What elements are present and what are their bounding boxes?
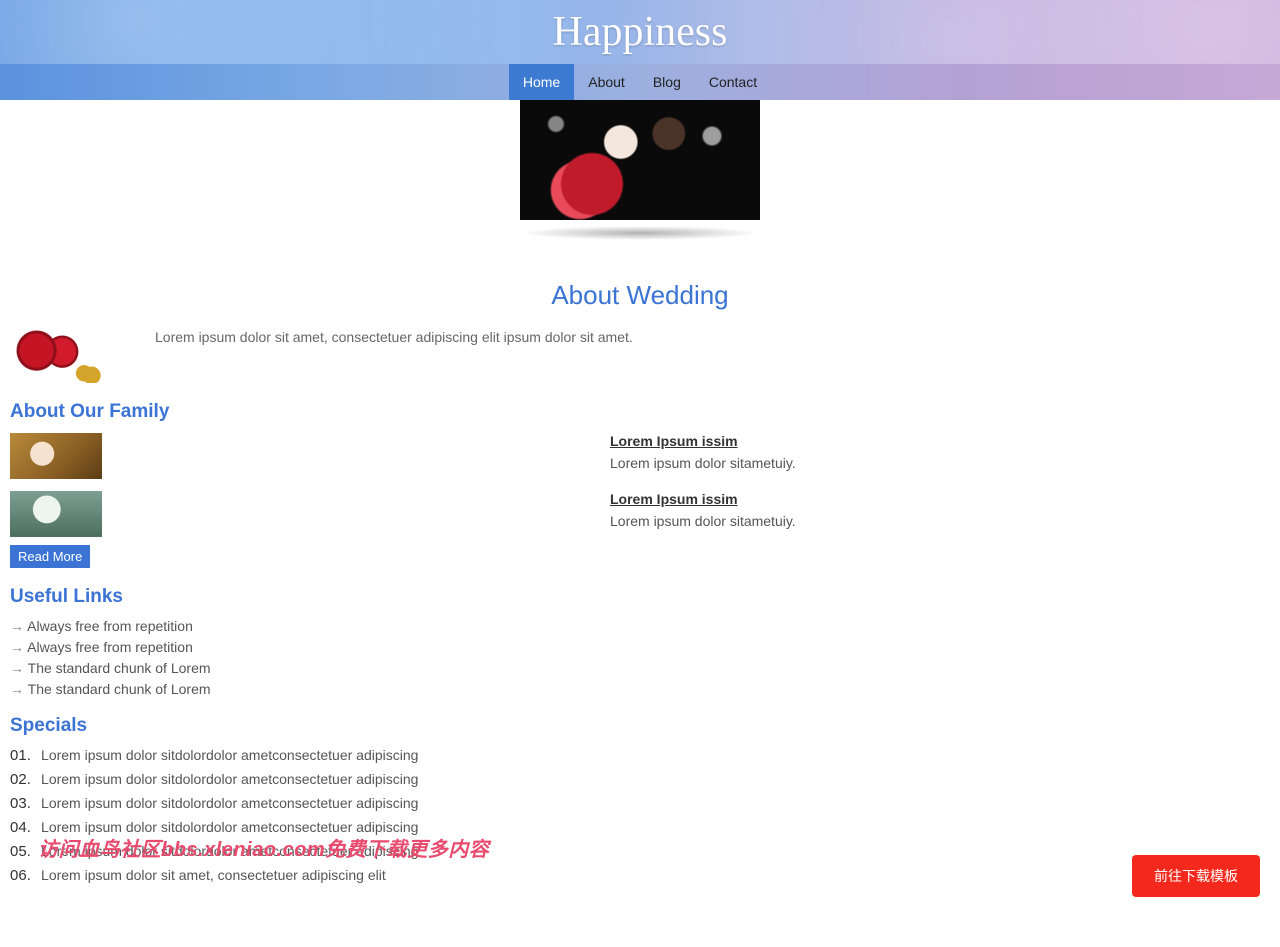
header: Happiness — [0, 0, 1280, 64]
download-template-button[interactable]: 前往下载模板 — [1132, 855, 1260, 897]
nav-link[interactable]: Contact — [695, 64, 771, 100]
family-grid: Lorem Ipsum issim Lorem ipsum dolor sita… — [10, 433, 1270, 537]
roses-image — [10, 329, 105, 383]
family-info-2: Lorem Ipsum issim Lorem ipsum dolor sita… — [610, 491, 1270, 537]
about-text: Lorem ipsum dolor sit amet, consectetuer… — [155, 327, 633, 348]
nav-item-contact[interactable]: Contact — [695, 64, 771, 100]
family-title-link[interactable]: Lorem Ipsum issim — [610, 433, 738, 449]
hero-shadow — [520, 226, 760, 240]
link-item: Always free from repetition — [10, 639, 1270, 655]
nav-item-blog[interactable]: Blog — [639, 64, 695, 100]
useful-links: Always free from repetition Always free … — [10, 618, 1270, 697]
hero-image — [520, 100, 760, 220]
specials-list: Lorem ipsum dolor sitdolordolor ametcons… — [10, 747, 1270, 884]
nav-link[interactable]: Home — [509, 64, 574, 100]
nav-item-about[interactable]: About — [574, 64, 639, 100]
special-item: Lorem ipsum dolor sitdolordolor ametcons… — [10, 747, 1270, 764]
link-item: Always free from repetition — [10, 618, 1270, 634]
site-logo[interactable]: Happiness — [553, 8, 728, 56]
special-item: Lorem ipsum dolor sit amet, consectetuer… — [10, 867, 1270, 884]
special-text: Lorem ipsum dolor sitdolordolor ametcons… — [41, 795, 418, 811]
family-text: Lorem ipsum dolor sitametuiy. — [610, 513, 1270, 529]
links-heading: Useful Links — [10, 586, 1270, 608]
family-heading: About Our Family — [10, 401, 1270, 423]
special-item: Lorem ipsum dolor sitdolordolor ametcons… — [10, 771, 1270, 788]
about-heading: About Wedding — [10, 280, 1270, 311]
watermark-text: 访问血鸟社区bbs.xleniao.com免费下载更多内容 — [38, 833, 489, 862]
nav-link[interactable]: About — [574, 64, 639, 100]
family-text: Lorem ipsum dolor sitametuiy. — [610, 455, 1270, 471]
family-title-link[interactable]: Lorem Ipsum issim — [610, 491, 738, 507]
family-thumb-1 — [10, 433, 102, 479]
special-text: Lorem ipsum dolor sit amet, consectetuer… — [41, 867, 386, 883]
specials-heading: Specials — [10, 715, 1270, 737]
read-more-button[interactable]: Read More — [10, 545, 90, 568]
family-thumb-2 — [10, 491, 102, 537]
nav-item-home[interactable]: Home — [509, 64, 574, 100]
special-text: Lorem ipsum dolor sitdolordolor ametcons… — [41, 747, 418, 763]
link[interactable]: The standard chunk of Lorem — [28, 681, 211, 697]
special-text: Lorem ipsum dolor sitdolordolor ametcons… — [41, 771, 418, 787]
link[interactable]: The standard chunk of Lorem — [28, 660, 211, 676]
link[interactable]: Always free from repetition — [27, 639, 193, 655]
nav-link[interactable]: Blog — [639, 64, 695, 100]
link-item: The standard chunk of Lorem — [10, 681, 1270, 697]
hero — [0, 100, 1280, 274]
link[interactable]: Always free from repetition — [27, 618, 193, 634]
family-info-1: Lorem Ipsum issim Lorem ipsum dolor sita… — [610, 433, 1270, 479]
main-nav: Home About Blog Contact — [0, 64, 1280, 100]
about-row: Lorem ipsum dolor sit amet, consectetuer… — [10, 329, 1270, 383]
link-item: The standard chunk of Lorem — [10, 660, 1270, 676]
special-item: Lorem ipsum dolor sitdolordolor ametcons… — [10, 795, 1270, 812]
